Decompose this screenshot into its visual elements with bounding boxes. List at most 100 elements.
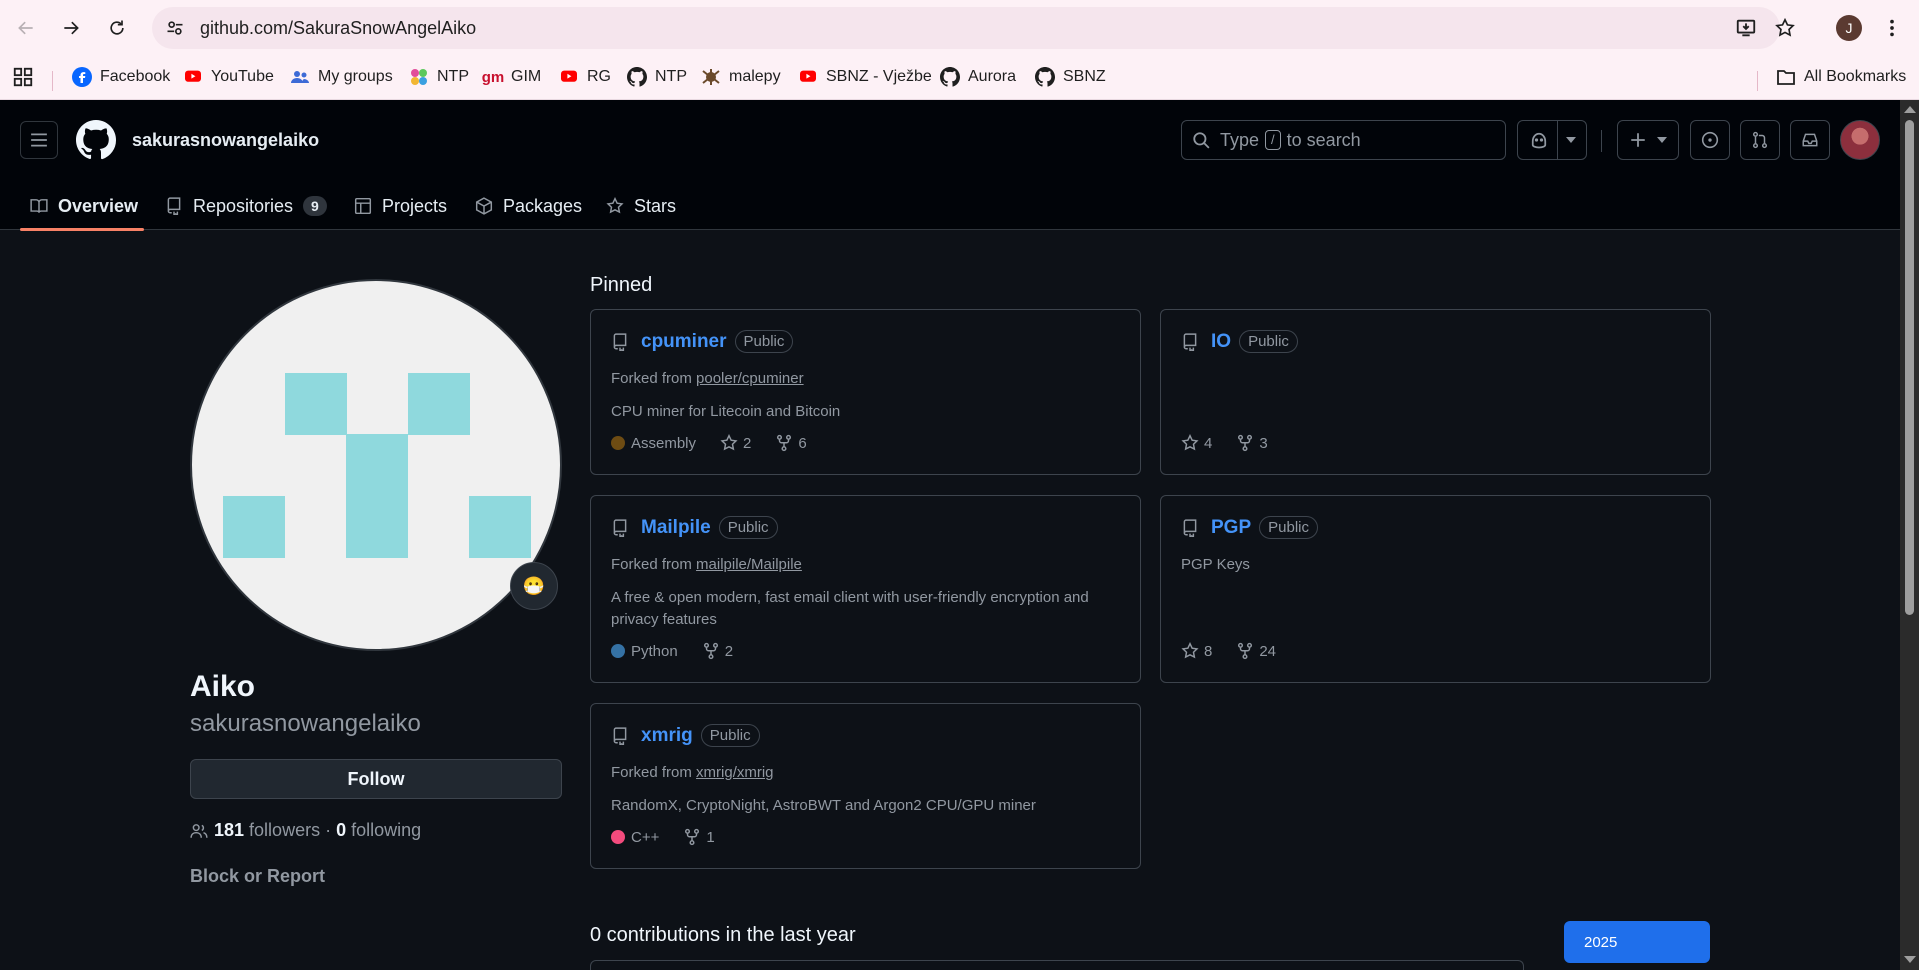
browser-menu-button[interactable]: [1880, 12, 1904, 44]
following-link[interactable]: following: [351, 820, 421, 841]
pull-requests-button[interactable]: [1740, 120, 1780, 160]
fork-icon: [685, 828, 700, 846]
repo-stars-link[interactable]: 8: [1181, 642, 1212, 660]
reload-button[interactable]: [101, 12, 133, 44]
apps-button[interactable]: [12, 63, 34, 91]
followers-link[interactable]: followers: [249, 820, 320, 841]
scroll-down-arrow-icon[interactable]: [1904, 956, 1916, 963]
people-icon: [190, 822, 208, 840]
tab-stars[interactable]: Stars: [606, 182, 676, 230]
forward-button[interactable]: [55, 12, 87, 44]
repo-icon: [1181, 332, 1201, 351]
tab-packages[interactable]: Packages: [475, 182, 582, 230]
star-icon: [606, 197, 624, 215]
block-or-report-link[interactable]: Block or Report: [190, 866, 325, 887]
tab-repositories[interactable]: Repositories 9: [165, 182, 327, 230]
profile-login: sakurasnowangelaiko: [190, 710, 421, 737]
star-icon: [1181, 434, 1199, 451]
repo-forks-link[interactable]: 24: [1236, 642, 1276, 660]
copilot-button[interactable]: [1517, 120, 1587, 160]
issues-button[interactable]: [1690, 120, 1730, 160]
repo-name-link[interactable]: xmrig: [641, 725, 693, 747]
following-count[interactable]: 0: [336, 820, 346, 841]
browser-toolbar: github.com/SakuraSnowAngelAiko J: [0, 0, 1919, 55]
repo-stars-link[interactable]: 4: [1181, 434, 1212, 452]
address-bar[interactable]: github.com/SakuraSnowAngelAiko: [152, 7, 1780, 49]
scrollbar-thumb[interactable]: [1905, 120, 1914, 615]
followers-summary: 181 followers · 0 following: [190, 820, 421, 841]
arrow-left-icon: [18, 21, 33, 35]
profile-avatar[interactable]: [190, 279, 562, 651]
global-nav-button[interactable]: [20, 121, 58, 159]
repo-language: Python: [611, 643, 678, 660]
bookmark-sbnz[interactable]: SBNZ: [1035, 63, 1106, 91]
browser-profile-avatar[interactable]: J: [1836, 15, 1862, 41]
bookmark-my-groups[interactable]: My groups: [290, 63, 393, 91]
repo-name-link[interactable]: IO: [1211, 331, 1231, 353]
followers-count[interactable]: 181: [214, 820, 244, 841]
inbox-button[interactable]: [1790, 120, 1830, 160]
back-button[interactable]: [10, 12, 42, 44]
visibility-badge: Public: [734, 330, 794, 353]
site-info-icon[interactable]: [162, 15, 188, 41]
repo-forks-link[interactable]: 6: [775, 434, 807, 452]
user-avatar[interactable]: [1840, 120, 1880, 160]
all-bookmarks-button[interactable]: All Bookmarks: [1776, 63, 1906, 91]
tab-projects[interactable]: Projects: [354, 182, 447, 230]
folder-icon: [1776, 67, 1796, 87]
issue-opened-icon: [1701, 131, 1719, 149]
github-icon: [1035, 67, 1055, 87]
arrow-right-icon: [64, 21, 79, 35]
bookmark-youtube[interactable]: YouTube: [183, 63, 274, 91]
year-2025-button[interactable]: 2025: [1564, 921, 1710, 963]
repo-forks-link[interactable]: 1: [683, 828, 715, 846]
repo-icon: [611, 726, 631, 745]
github-logo-icon[interactable]: [76, 120, 117, 160]
bookmark-sbnz-vjezbe[interactable]: SBNZ - Vježbe: [798, 63, 932, 91]
search-icon: [1192, 131, 1210, 149]
bookmark-aurora[interactable]: Aurora: [940, 63, 1016, 91]
bookmark-gim[interactable]: gm GIM: [481, 63, 541, 91]
bookmark-rg[interactable]: RG: [559, 63, 611, 91]
repo-forks-link[interactable]: 3: [1236, 434, 1268, 452]
header-username-link[interactable]: sakurasnowangelaiko: [132, 130, 319, 151]
pinned-repo-card: cpuminer Public Forked from pooler/cpumi…: [590, 309, 1141, 475]
inbox-icon: [1801, 131, 1819, 149]
status-emoji-button[interactable]: 😷: [510, 562, 558, 610]
forked-from: Forked from xmrig/xmrig: [611, 764, 774, 781]
fork-icon: [703, 642, 718, 660]
triangle-down-icon: [1657, 137, 1667, 143]
star-outline-icon: [1775, 17, 1795, 37]
repo-name-link[interactable]: Mailpile: [641, 517, 711, 539]
bookmark-facebook[interactable]: Facebook: [72, 63, 170, 91]
page-scrollbar[interactable]: [1900, 100, 1919, 970]
youtube-icon: [183, 67, 203, 87]
repo-stars-link[interactable]: 2: [720, 434, 751, 452]
ntp-icon: [409, 67, 429, 87]
forked-from-link[interactable]: xmrig/xmrig: [696, 764, 774, 781]
gim-icon: gm: [481, 68, 505, 86]
scroll-up-arrow-icon[interactable]: [1904, 106, 1916, 113]
table-icon: [354, 197, 372, 215]
tab-overview[interactable]: Overview: [30, 182, 138, 230]
bookmark-ntp[interactable]: NTP: [409, 63, 469, 91]
bookmark-malepy[interactable]: malepy: [701, 63, 781, 91]
bookmark-star-button[interactable]: [1769, 12, 1801, 44]
fork-icon: [1238, 434, 1253, 452]
book-icon: [30, 197, 48, 215]
forked-from-link[interactable]: pooler/cpuminer: [696, 370, 804, 387]
fork-icon: [777, 434, 792, 452]
repo-name-link[interactable]: cpuminer: [641, 331, 727, 353]
repo-forks-link[interactable]: 2: [702, 642, 733, 660]
install-icon: [1736, 19, 1756, 37]
create-new-button[interactable]: [1617, 120, 1679, 160]
repo-meta: 8 24: [1181, 642, 1300, 660]
repo-header: Mailpile Public: [611, 516, 778, 539]
url-text[interactable]: github.com/SakuraSnowAngelAiko: [200, 18, 476, 39]
repo-name-link[interactable]: PGP: [1211, 517, 1251, 539]
bookmark-ntp-github[interactable]: NTP: [627, 63, 687, 91]
install-app-button[interactable]: [1730, 12, 1762, 44]
search-input[interactable]: Type / to search: [1181, 120, 1506, 160]
forked-from-link[interactable]: mailpile/Mailpile: [696, 556, 802, 573]
follow-button[interactable]: Follow: [190, 759, 562, 799]
